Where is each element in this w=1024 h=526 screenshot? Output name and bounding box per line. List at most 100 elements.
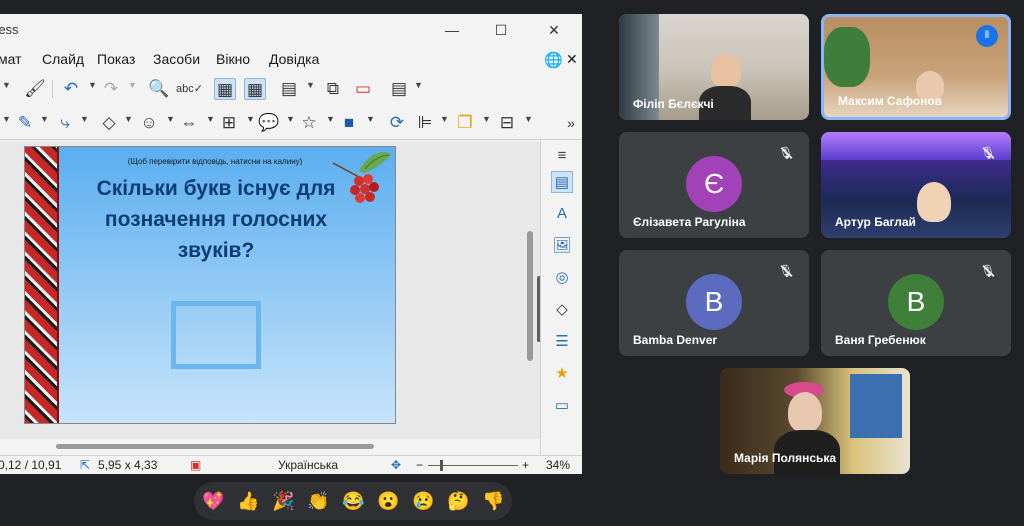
maximize-button[interactable]: ☐ [489, 18, 513, 42]
participant-tile[interactable]: Марія Полянська [720, 368, 910, 474]
mic-off-icon: 🎙 [778, 264, 794, 278]
chevron-down-icon[interactable]: ▼ [326, 114, 335, 124]
animation-icon[interactable]: ★ [551, 363, 573, 385]
callout-icon[interactable]: 💬 [258, 112, 280, 134]
zoom-out-button[interactable]: − [416, 458, 423, 472]
save-status-icon[interactable]: ▣ [190, 458, 201, 472]
participant-name: Філіп Бєлєкчі [633, 97, 714, 111]
sidebar-menu-icon[interactable]: ≡ [551, 145, 573, 167]
delete-slide-icon[interactable]: ▭ [352, 78, 374, 100]
slide-workspace: (Щоб перевірити відповідь, натисни на ка… [0, 141, 540, 441]
horizontal-scrollbar[interactable] [56, 444, 374, 449]
chevron-down-icon[interactable]: ▼ [80, 114, 89, 124]
status-bar: 0,12 / 10,91 ⇱ 5,95 x 4,33 ▣ Українська … [0, 455, 582, 474]
thinking-face-icon[interactable]: 🤔 [447, 490, 469, 512]
chevron-down-icon[interactable]: ▼ [2, 114, 11, 124]
undo-icon[interactable]: ↶ [60, 78, 82, 100]
zoom-in-button[interactable]: + [522, 458, 529, 472]
chevron-down-icon[interactable]: ▼ [206, 114, 215, 124]
chevron-down-icon[interactable]: ▼ [40, 114, 49, 124]
align-icon[interactable]: ⊫ [414, 112, 436, 134]
participant-avatar: Є [686, 156, 742, 212]
new-slide-icon[interactable]: ⧉ [322, 78, 344, 100]
mic-off-icon: 🎙 [980, 264, 996, 278]
clapping-hands-icon[interactable]: 👏 [307, 490, 329, 512]
zoom-level[interactable]: 34% [546, 458, 570, 472]
vertical-scrollbar[interactable] [527, 231, 533, 361]
stars-icon[interactable]: ☆ [298, 112, 320, 134]
display-views-icon[interactable]: ▤ [278, 78, 300, 100]
minimize-button[interactable]: — [440, 18, 464, 42]
chevron-down-icon[interactable]: ▼ [286, 114, 295, 124]
basic-shapes-icon[interactable]: ◇ [98, 112, 120, 134]
arrange-icon[interactable]: ❐ [454, 112, 476, 134]
clone-formatting-icon[interactable]: 🖌 [24, 78, 46, 100]
thumbs-down-icon[interactable]: 👎 [482, 490, 504, 512]
menu-tools[interactable]: Засоби [153, 51, 200, 67]
participant-tile[interactable]: B 🎙 Bamba Denver [619, 250, 809, 356]
chevron-down-icon[interactable]: ▼ [166, 114, 175, 124]
crying-face-icon[interactable]: 😢 [412, 490, 434, 512]
zoom-slider-thumb[interactable] [440, 460, 443, 471]
globe-icon[interactable]: 🌐 [544, 51, 563, 69]
cursor-position: 0,12 / 10,91 [0, 458, 62, 472]
participant-tile[interactable]: 🎙 Артур Баглай [821, 132, 1011, 238]
menu-format[interactable]: мат [0, 51, 22, 67]
slide-title: Скільки букв існує для позначення голосн… [96, 177, 336, 262]
shapes-icon[interactable]: ◇ [551, 299, 573, 321]
curve-icon[interactable]: ✎ [14, 112, 36, 134]
surprised-face-icon[interactable]: 😮 [377, 490, 399, 512]
3d-objects-icon[interactable]: ■ [338, 112, 360, 134]
distribute-icon[interactable]: ⊟ [496, 112, 518, 134]
symbol-shapes-icon[interactable]: ☺ [138, 112, 160, 134]
fit-slide-icon[interactable]: ✥ [391, 458, 401, 472]
chevron-down-icon[interactable]: ▼ [88, 80, 97, 90]
party-popper-icon[interactable]: 🎉 [272, 490, 294, 512]
tears-of-joy-icon[interactable]: 😂 [342, 490, 364, 512]
chevron-down-icon[interactable]: ▼ [2, 80, 11, 90]
connector-icon[interactable]: ⤷ [54, 112, 76, 134]
menu-show[interactable]: Показ [97, 51, 135, 67]
navigator-icon[interactable]: ◎ [551, 267, 573, 289]
snap-grid-icon[interactable]: ▦ [244, 78, 266, 100]
menu-slide[interactable]: Слайд [42, 51, 84, 67]
participant-tile-speaking[interactable]: ⦀ Максим Сафонов [821, 14, 1011, 120]
participant-tile[interactable]: B 🎙 Ваня Гребенюк [821, 250, 1011, 356]
chevron-down-icon[interactable]: ▼ [482, 114, 491, 124]
grid-icon[interactable]: ▦ [214, 78, 236, 100]
chevron-down-icon[interactable]: ▼ [306, 80, 315, 90]
redo-icon[interactable]: ↷ [100, 78, 122, 100]
slide-canvas[interactable]: (Щоб перевірити відповідь, натисни на ка… [24, 146, 396, 424]
answer-box[interactable] [171, 301, 261, 369]
close-button[interactable]: ✕ [542, 18, 566, 42]
chevron-down-icon[interactable]: ▼ [440, 114, 449, 124]
spelling-icon[interactable]: abc✓ [176, 78, 203, 100]
rotate-icon[interactable]: ⟳ [386, 112, 408, 134]
language-status[interactable]: Українська [278, 458, 338, 472]
chevron-down-icon[interactable]: ▼ [366, 114, 375, 124]
participant-avatar: B [888, 274, 944, 330]
menu-window[interactable]: Вікно [216, 51, 250, 67]
more-options-icon[interactable]: » [560, 112, 582, 134]
styles-icon[interactable]: A [551, 203, 573, 225]
thumbs-up-icon[interactable]: 👍 [237, 490, 259, 512]
chevron-down-icon[interactable]: ▼ [128, 80, 137, 90]
slide-transition-icon[interactable]: ☰ [551, 331, 573, 353]
master-slides-icon[interactable]: ▭ [551, 395, 573, 417]
participant-tile[interactable]: Є 🎙 Єлізавета Рагуліна [619, 132, 809, 238]
block-arrows-icon[interactable]: ⇔ [178, 112, 200, 134]
gallery-icon[interactable]: 🖼 [551, 235, 573, 257]
sparkling-heart-icon[interactable]: 💖 [202, 490, 224, 512]
chevron-down-icon[interactable]: ▼ [246, 114, 255, 124]
find-replace-icon[interactable]: 🔍 [148, 78, 170, 100]
properties-icon[interactable]: ▤ [551, 171, 573, 193]
chevron-down-icon[interactable]: ▼ [124, 114, 133, 124]
close-document-icon[interactable]: ✕ [566, 51, 578, 68]
menu-help[interactable]: Довідка [269, 51, 319, 67]
viburnum-berries-icon[interactable] [329, 149, 395, 209]
chevron-down-icon[interactable]: ▼ [524, 114, 533, 124]
chevron-down-icon[interactable]: ▼ [414, 80, 423, 90]
participant-tile[interactable]: Філіп Бєлєкчі [619, 14, 809, 120]
flowchart-icon[interactable]: ⊞ [218, 112, 240, 134]
slide-layout-icon[interactable]: ▤ [388, 78, 410, 100]
